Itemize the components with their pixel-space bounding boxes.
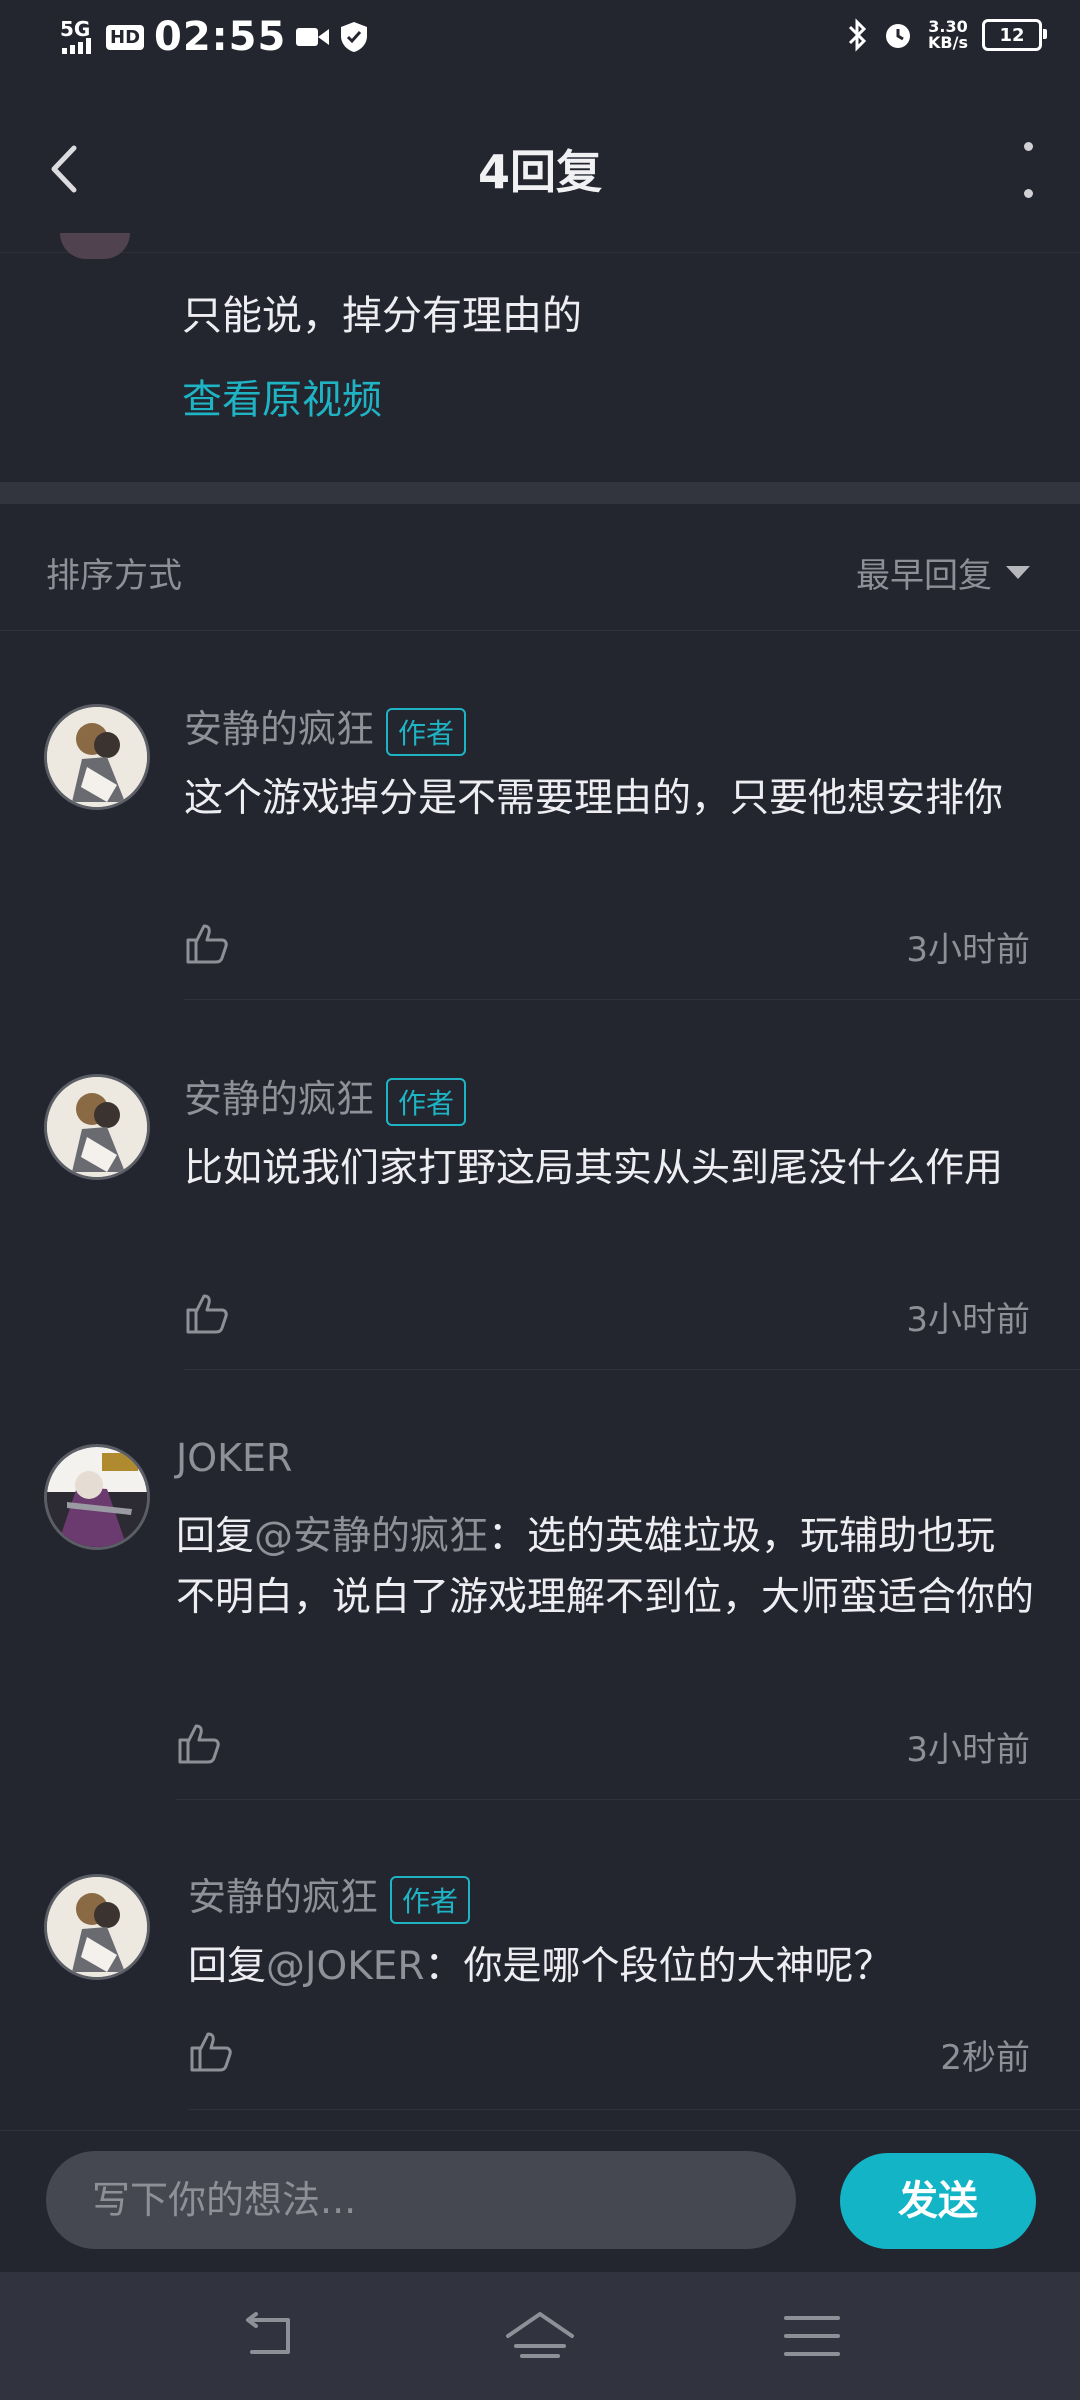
battery-icon: 12 xyxy=(982,19,1047,51)
shield-icon xyxy=(341,22,368,52)
more-options-button[interactable] xyxy=(1016,142,1040,198)
reply-item: 安静的疯狂 作者 比如说我们家打野这局其实从头到尾没什么作用 3小时前 xyxy=(0,1000,1080,1370)
comment-input[interactable]: 写下你的想法... xyxy=(46,2151,796,2249)
nav-back-button[interactable] xyxy=(228,2306,308,2366)
reply-item: 安静的疯狂 作者 这个游戏掉分是不需要理由的，只要他想安排你 3小时前 xyxy=(0,630,1080,1000)
more-dot-icon xyxy=(1023,142,1033,151)
nav-home-button[interactable] xyxy=(500,2306,580,2366)
reply-author[interactable]: JOKER xyxy=(176,1436,292,1480)
status-bar: 5G HD 02:55 3.30 KB/s 12 xyxy=(0,0,1080,84)
hd-icon: HD xyxy=(106,24,145,50)
reply-text: 比如说我们家打野这局其实从头到尾没什么作用 xyxy=(184,1146,1004,1191)
original-comment-text: 只能说，掉分有理由的 xyxy=(182,293,582,339)
signal-icon: 5G xyxy=(60,17,96,54)
original-comment: 只能说，掉分有理由的 查看原视频 xyxy=(0,233,1080,483)
comment-composer: 写下你的想法... 发送 xyxy=(0,2130,1080,2271)
nav-menu-button[interactable] xyxy=(772,2306,852,2366)
reply-item: JOKER 回复@安静的疯狂：选的英雄垃圾，玩辅助也玩不明白，说白了游戏理解不到… xyxy=(0,1370,1080,1800)
top-bar: 4回复 xyxy=(0,84,1080,252)
reply-prefix: 回复 xyxy=(188,1944,267,1989)
reply-author[interactable]: 安静的疯狂 作者 xyxy=(184,1068,467,1126)
menu-icon xyxy=(784,2316,840,2356)
home-icon xyxy=(506,2312,574,2358)
reply-time: 3小时前 xyxy=(906,1730,1030,1770)
reply-text: 这个游戏掉分是不需要理由的，只要他想安排你 xyxy=(184,776,1004,821)
network-type: 5G xyxy=(60,17,91,41)
thumbs-up-icon xyxy=(178,1724,220,1764)
nav-back-icon xyxy=(246,2312,290,2354)
avatar[interactable] xyxy=(44,1874,150,1980)
sort-label: 排序方式 xyxy=(46,556,182,596)
reply-text: 回复@JOKER：你是哪个段位的大神呢？ xyxy=(188,1944,893,1989)
reply-time: 2秒前 xyxy=(940,2038,1030,2078)
author-badge: 作者 xyxy=(386,1077,467,1126)
page-title: 4回复 xyxy=(477,145,602,199)
video-camera-icon xyxy=(296,28,330,46)
thumbs-up-icon xyxy=(186,1294,228,1334)
clock-time: 02:55 xyxy=(154,14,287,60)
reply-item: 安静的疯狂 作者 回复@JOKER：你是哪个段位的大神呢？ 2秒前 xyxy=(0,1800,1080,2130)
thumbs-up-icon xyxy=(190,2032,232,2072)
caret-down-icon xyxy=(1006,566,1030,579)
avatar[interactable] xyxy=(44,1444,150,1550)
reply-mention[interactable]: @安静的疯狂 xyxy=(254,1514,488,1559)
like-button[interactable] xyxy=(184,920,230,966)
reply-mention[interactable]: @JOKER xyxy=(266,1944,425,1989)
thumbs-up-icon xyxy=(186,924,228,964)
author-badge: 作者 xyxy=(386,707,467,756)
reply-time: 3小时前 xyxy=(906,930,1030,970)
reply-author[interactable]: 安静的疯狂 作者 xyxy=(188,1866,471,1924)
send-button[interactable]: 发送 xyxy=(840,2153,1036,2249)
section-divider xyxy=(0,482,1080,504)
reply-prefix: 回复 xyxy=(176,1514,255,1559)
like-button[interactable] xyxy=(188,2028,234,2074)
bluetooth-icon xyxy=(848,18,867,52)
row-divider xyxy=(188,2109,1080,2110)
like-button[interactable] xyxy=(184,1290,230,1336)
avatar[interactable] xyxy=(44,1074,150,1180)
avatar[interactable] xyxy=(44,704,150,810)
sort-dropdown[interactable]: 最早回复 xyxy=(856,548,1030,597)
alarm-icon xyxy=(886,24,911,48)
sort-row: 排序方式 最早回复 xyxy=(0,504,1080,631)
reply-author[interactable]: 安静的疯狂 作者 xyxy=(184,698,467,756)
reply-text: 回复@安静的疯狂：选的英雄垃圾，玩辅助也玩不明白，说白了游戏理解不到位，大师蛮适… xyxy=(176,1514,1035,1620)
like-button[interactable] xyxy=(176,1720,222,1766)
view-original-video-link[interactable]: 查看原视频 xyxy=(182,367,382,425)
sort-value: 最早回复 xyxy=(856,556,992,596)
original-avatar[interactable] xyxy=(60,233,130,259)
author-badge: 作者 xyxy=(390,1875,471,1924)
more-dot-icon xyxy=(1023,189,1033,198)
reply-time: 3小时前 xyxy=(906,1300,1030,1340)
system-nav-bar xyxy=(0,2272,1080,2400)
network-speed: 3.30 KB/s xyxy=(928,17,968,52)
